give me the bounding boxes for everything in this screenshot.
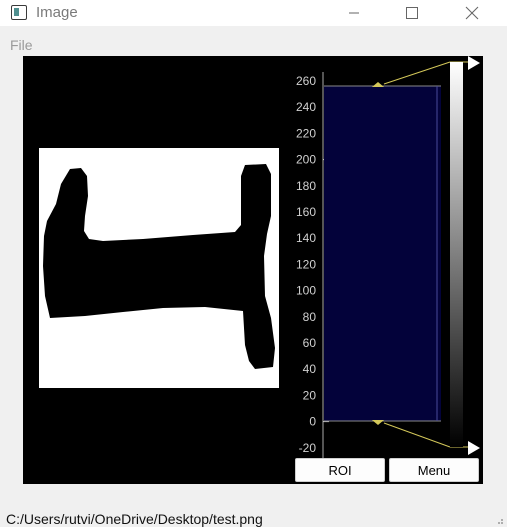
level-region[interactable] <box>324 86 441 421</box>
lut-max-marker[interactable] <box>468 56 480 70</box>
minimize-icon <box>349 12 359 14</box>
axis-tick-label: 120 <box>296 257 316 271</box>
axis-tick-label: 20 <box>303 388 317 402</box>
title-bar[interactable]: Image <box>0 0 507 26</box>
menu-bar: File <box>0 34 507 56</box>
maximize-icon <box>406 7 418 19</box>
max-mapping-line <box>383 61 451 85</box>
menu-button[interactable]: Menu <box>389 458 479 482</box>
axis-tick-label: 200 <box>296 153 316 167</box>
minimize-button[interactable] <box>331 0 377 26</box>
displayed-image <box>39 148 279 388</box>
maximize-button[interactable] <box>389 0 435 26</box>
lut-gradient-bar <box>450 62 463 447</box>
window-title: Image <box>36 4 78 21</box>
image-view[interactable] <box>23 56 293 484</box>
axis-tick-label: 100 <box>296 284 316 298</box>
axis-tick-label: 160 <box>296 205 316 219</box>
resize-grip-icon[interactable] <box>496 517 504 525</box>
image-viewer: 260 240 220 200 180 160 140 120 100 80 60 40 20 0 -20 <box>23 56 483 484</box>
file-path: C:/Users/rutvi/OneDrive/Desktop/test.png <box>6 511 263 527</box>
histogram-chart: 260240220200180160140120100806040200-20 <box>296 56 480 458</box>
close-button[interactable] <box>449 0 495 26</box>
histogram-lut-panel[interactable]: 260 240 220 200 180 160 140 120 100 80 60 40 20 0 -20 <box>293 56 483 484</box>
axis-tick-label: 60 <box>303 336 317 350</box>
menu-file[interactable]: File <box>10 37 33 53</box>
lut-min-marker[interactable] <box>468 441 480 455</box>
axis-tick-label: 180 <box>296 179 316 193</box>
roi-button[interactable]: ROI <box>295 458 385 482</box>
image-window: Image File 260 240 220 200 180 160 140 120 100 80… <box>0 0 507 527</box>
image-window-icon <box>11 5 27 20</box>
min-mapping-line <box>383 422 451 448</box>
close-icon <box>465 6 479 20</box>
axis-tick-label: 260 <box>296 74 316 88</box>
axis-tick-label: 40 <box>303 362 317 376</box>
axis-tick-label: 80 <box>303 310 317 324</box>
axis-tick-label: 220 <box>296 126 316 140</box>
axis-tick-label: 240 <box>296 100 316 114</box>
axis-tick-label: 0 <box>309 415 316 429</box>
axis-tick-label: 140 <box>296 231 316 245</box>
level-max-handle[interactable] <box>372 82 384 87</box>
level-min-handle[interactable] <box>372 420 384 425</box>
axis-tick-label: -20 <box>299 441 317 455</box>
status-bar: C:/Users/rutvi/OneDrive/Desktop/test.png <box>0 510 507 527</box>
